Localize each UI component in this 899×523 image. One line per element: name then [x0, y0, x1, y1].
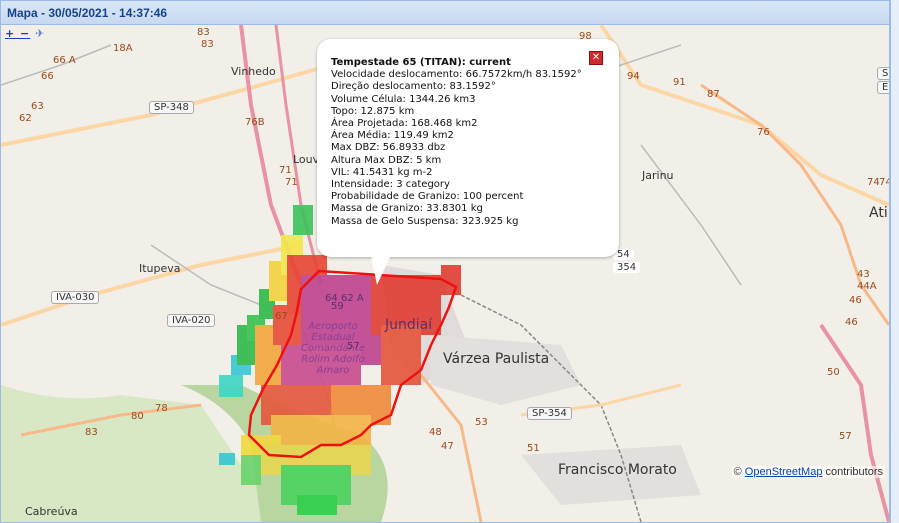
copyright-symbol: ©: [733, 466, 742, 478]
road-number: 43: [857, 269, 870, 280]
shield-sp348: SP-348: [149, 101, 194, 114]
place-itupeva: Itupeva: [139, 262, 181, 275]
road-number: 50: [827, 367, 840, 378]
road-number: 46: [845, 317, 858, 328]
road-number: 83: [201, 39, 214, 50]
popup-line-area-projetada: Área Projetada: 168.468 km2: [331, 118, 478, 130]
place-jundiai: Jundiaí: [385, 317, 433, 333]
popup-line-prob-granizo: Probabilidade de Granizo: 100 percent: [331, 191, 524, 203]
road-number: 62 A: [341, 293, 364, 304]
openstreetmap-link[interactable]: OpenStreetMap: [745, 466, 823, 478]
shield-sp354: SP-354: [527, 407, 572, 420]
popup-line-topo: Topo: 12.875 km: [331, 105, 415, 117]
map-attribution: © OpenStreetMap contributors: [731, 466, 885, 478]
close-icon[interactable]: ✕: [589, 51, 603, 65]
airport-label: Aeroporto Estadual Comandante Rolim Adol…: [300, 321, 366, 376]
road-number: 94: [627, 71, 640, 82]
urban-area-varzea: [431, 335, 581, 405]
popup-line-intensidade: Intensidade: 3 category: [331, 179, 450, 191]
road-number: 83: [197, 27, 210, 38]
road-number: 46: [849, 295, 862, 306]
popup-line-area-media: Área Média: 119.49 km2: [331, 130, 454, 142]
road-number: 76B: [245, 117, 265, 128]
shield-edge-bottom: E: [877, 81, 889, 94]
road-number: 63: [31, 101, 44, 112]
storm-info-popup: Tempestade 65 (TITAN): current Velocidad…: [317, 39, 619, 285]
road-number: 44A: [857, 281, 877, 292]
shield-iva030: IVA-030: [51, 291, 100, 304]
road-number: 80: [131, 411, 144, 422]
shield-edge-top: S: [877, 67, 889, 80]
window-titlebar: Mapa - 30/05/2021 - 14:37:46: [1, 1, 889, 25]
place-varzea-paulista: Várzea Paulista: [443, 351, 550, 367]
road-number: 47: [441, 441, 454, 452]
zoom-buttons[interactable]: + −: [5, 27, 30, 40]
road-number: 76: [757, 127, 770, 138]
road-number: 91: [673, 77, 686, 88]
popup-line-max-dbz: Max DBZ: 56.8933 dbz: [331, 142, 446, 154]
road-number: 66 A: [53, 55, 76, 66]
road-number: 18A: [113, 43, 133, 54]
shield-iva020: IVA-020: [167, 314, 216, 327]
road-number: 57: [347, 341, 360, 352]
place-vinhedo: Vinhedo: [231, 65, 276, 78]
road-number: 67: [275, 311, 288, 322]
road-number: 83: [85, 427, 98, 438]
road-number: 74: [867, 177, 880, 188]
road-number: 64: [325, 293, 338, 304]
place-jarinu: Jarinu: [642, 169, 674, 182]
popup-title: Tempestade 65 (TITAN): current: [331, 57, 511, 68]
road-number: 48: [429, 427, 442, 438]
popup-line-massa-granizo: Massa de Granizo: 33.8301 kg: [331, 203, 483, 215]
place-cabreuva: Cabreúva: [25, 505, 78, 518]
popup-line-volume: Volume Célula: 1344.26 km3: [331, 93, 476, 105]
popup-pointer: [371, 255, 391, 285]
shield-354: 354: [613, 262, 641, 273]
road-number: 71: [285, 177, 298, 188]
place-francisco-morato: Francisco Morato: [558, 462, 677, 478]
zoom-control[interactable]: + − ✈: [5, 27, 45, 40]
popup-line-altura-max-dbz: Altura Max DBZ: 5 km: [331, 154, 442, 166]
popup-content: Tempestade 65 (TITAN): current Velocidad…: [331, 57, 582, 228]
road-number: 87: [707, 89, 720, 100]
place-atibaia: Ati: [869, 205, 888, 221]
road-number: 78: [155, 403, 168, 414]
popup-line-vil: VIL: 41.5431 kg m-2: [331, 166, 433, 178]
airplane-icon[interactable]: ✈: [35, 27, 45, 40]
window-title: Mapa - 30/05/2021 - 14:37:46: [7, 6, 168, 20]
place-louveira: Louv: [293, 153, 320, 166]
road-number: 57: [839, 431, 852, 442]
road-number: 74: [879, 177, 889, 188]
road-number: 51: [527, 443, 540, 454]
side-panel-edge: [890, 0, 899, 523]
popup-line-direcao: Direção deslocamento: 83.1592°: [331, 81, 496, 93]
road-number: 53: [475, 417, 488, 428]
road-number: 62: [19, 113, 32, 124]
map-window: Mapa - 30/05/2021 - 14:37:46 + − ✈ Vinhe…: [0, 0, 890, 523]
road-number: 71: [279, 165, 292, 176]
popup-line-velocidade: Velocidade deslocamento: 66.7572km/h 83.…: [331, 69, 582, 81]
road-number: 66: [41, 71, 54, 82]
attribution-suffix: contributors: [825, 466, 883, 478]
popup-line-massa-gelo: Massa de Gelo Suspensa: 323.925 kg: [331, 215, 519, 227]
